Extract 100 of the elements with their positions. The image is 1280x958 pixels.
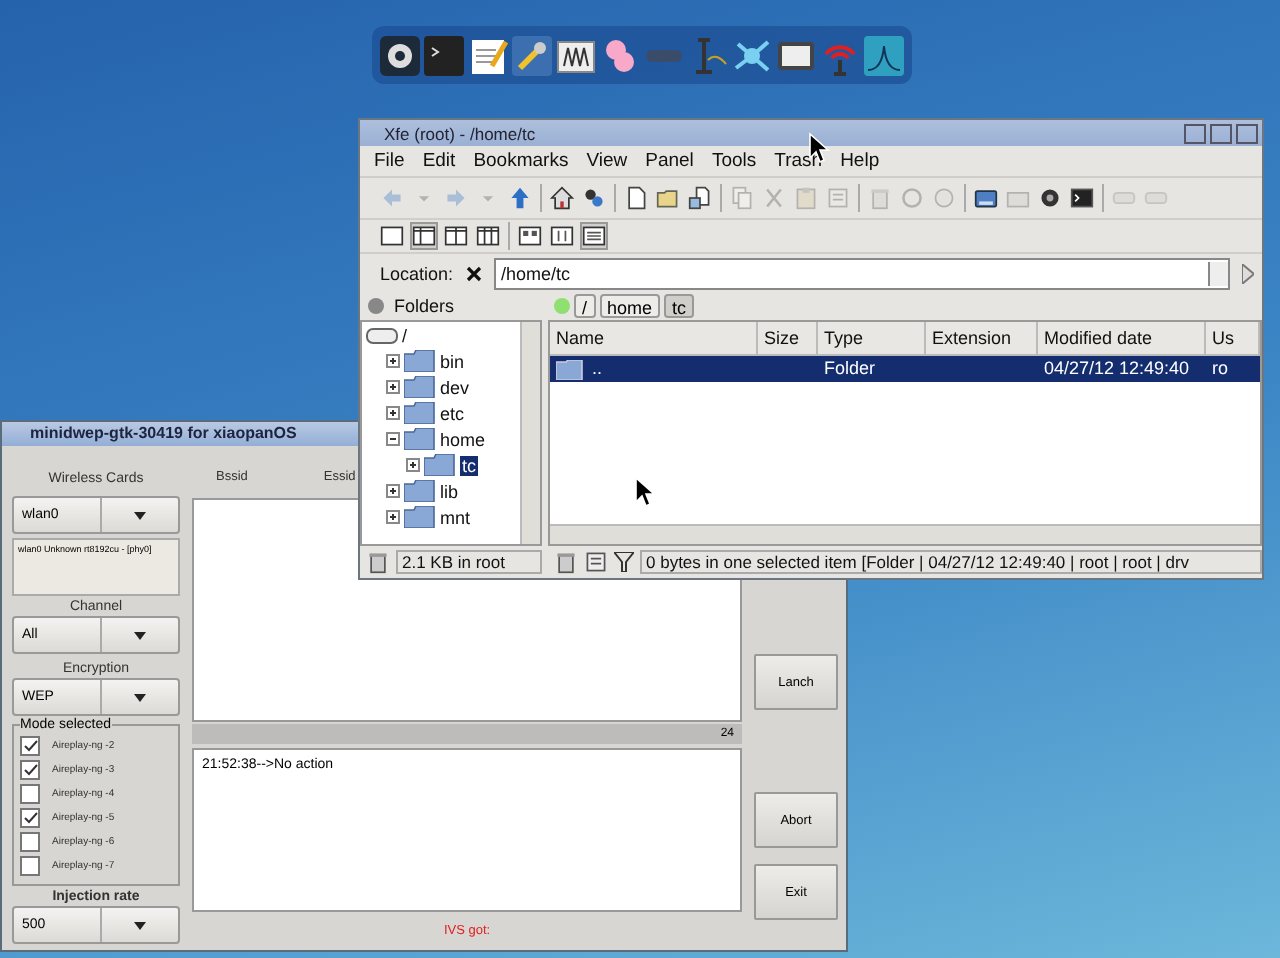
right-arrow-icon	[444, 186, 468, 210]
menu-item[interactable]: Bookmarks	[467, 150, 581, 172]
chip-icon[interactable]	[556, 35, 596, 75]
checkbox[interactable]	[20, 760, 40, 780]
menu-item[interactable]: Help	[834, 150, 892, 172]
grid-icon	[550, 224, 574, 248]
menu-item[interactable]: Tools	[705, 150, 769, 172]
column-header[interactable]: Us	[1206, 322, 1260, 356]
view-button[interactable]	[548, 222, 576, 250]
view-button[interactable]	[442, 222, 470, 250]
view-button[interactable]	[580, 222, 608, 250]
house-icon	[550, 186, 574, 210]
left-arrow-icon	[380, 186, 404, 210]
up-arrow-icon	[508, 186, 532, 210]
folder-icon	[656, 186, 680, 210]
toolbar-button[interactable]	[622, 184, 650, 212]
tick-icon	[23, 812, 37, 824]
minus-box-icon[interactable]	[386, 432, 400, 446]
view-button[interactable]	[410, 222, 438, 250]
column-header[interactable]: Modified date	[1038, 322, 1206, 356]
column-header[interactable]: Name	[550, 322, 758, 356]
panel-icon	[412, 224, 436, 248]
folder-label[interactable]: mnt	[440, 507, 471, 527]
file-row[interactable]: .. Folder 04/27/12 12:49:40 ro	[550, 356, 1260, 382]
plus-box-icon[interactable]	[386, 510, 400, 524]
document-icon	[584, 550, 608, 574]
wave-icon[interactable]	[864, 35, 904, 75]
location-field[interactable]: /home/tc	[493, 257, 1230, 289]
minimize-button[interactable]	[1184, 123, 1206, 143]
plus-box-icon[interactable]	[386, 380, 400, 394]
toolbar-button[interactable]	[1068, 184, 1096, 212]
checkbox[interactable]	[20, 856, 40, 876]
folder-label[interactable]: tc	[460, 455, 479, 475]
plus-box-icon[interactable]	[386, 406, 400, 420]
menu-item[interactable]: Edit	[416, 150, 468, 172]
folder-label[interactable]: etc	[440, 403, 465, 423]
folder-label[interactable]: home	[440, 429, 486, 449]
folder-label[interactable]: bin	[440, 351, 465, 371]
table-cell: ..	[592, 356, 603, 382]
grid-icon	[518, 224, 542, 248]
close-button[interactable]	[1236, 123, 1258, 143]
location-label: Location:	[380, 263, 454, 283]
folder-icon	[404, 506, 436, 528]
folder-label[interactable]: /	[402, 325, 408, 345]
folder-label[interactable]: lib	[440, 481, 459, 501]
plus-box-icon[interactable]	[386, 354, 400, 368]
panel-icon	[476, 224, 500, 248]
checkbox[interactable]	[20, 784, 40, 804]
status-dot-icon	[368, 298, 384, 314]
folder-icon	[404, 428, 436, 450]
folder-icon	[424, 454, 456, 476]
menu-item[interactable]: View	[580, 150, 640, 172]
document-icon	[826, 186, 850, 210]
scrollbar[interactable]	[520, 322, 540, 544]
menu-item[interactable]: Panel	[639, 150, 706, 172]
tick-icon	[23, 764, 37, 776]
clipboard-icon	[794, 186, 818, 210]
toolbar-button[interactable]	[580, 184, 608, 212]
checkbox[interactable]	[20, 808, 40, 828]
filter-icon[interactable]	[614, 552, 634, 572]
trash-can-icon	[366, 550, 390, 574]
triangle-icon[interactable]	[1242, 263, 1254, 283]
blob-icon[interactable]	[600, 35, 640, 75]
column-header[interactable]: Size	[758, 322, 818, 356]
maximize-button[interactable]	[1210, 123, 1232, 143]
status-dot-icon	[554, 298, 570, 314]
folder-icon	[404, 376, 436, 398]
column-header[interactable]: Extension	[926, 322, 1038, 356]
folder-icon	[404, 350, 436, 372]
panel-title: Folders	[394, 296, 455, 316]
status-text: 2.1 KB in root	[396, 550, 542, 574]
toolbar-button[interactable]	[1036, 184, 1064, 212]
gear-icon	[1038, 186, 1062, 210]
path-button[interactable]: home	[599, 294, 661, 318]
panel-icon	[444, 224, 468, 248]
window-title: Xfe (root) - /home/tc	[384, 123, 538, 143]
column-header[interactable]: Type	[818, 322, 926, 356]
toolbar-button[interactable]	[686, 184, 714, 212]
path-button[interactable]: tc	[664, 294, 695, 318]
checkbox[interactable]	[20, 832, 40, 852]
view-button[interactable]	[378, 222, 406, 250]
caret-icon	[133, 511, 146, 519]
plus-box-icon[interactable]	[386, 484, 400, 498]
scrollbar[interactable]	[550, 524, 1260, 544]
plus-box-icon[interactable]	[406, 458, 420, 472]
caret-icon	[133, 693, 146, 701]
wrench-icon[interactable]	[512, 35, 552, 75]
view-button[interactable]	[474, 222, 502, 250]
view-button[interactable]	[516, 222, 544, 250]
checkbox[interactable]	[20, 736, 40, 756]
caret-icon	[133, 921, 146, 929]
path-button[interactable]: /	[574, 294, 596, 318]
trash-can-icon	[868, 186, 892, 210]
folder-label[interactable]: dev	[440, 377, 470, 397]
menu-item[interactable]: File	[368, 150, 417, 172]
toolbar-button[interactable]	[548, 184, 576, 212]
table-cell: Folder	[824, 356, 876, 382]
file-icon	[688, 186, 712, 210]
clear-icon[interactable]	[465, 265, 482, 281]
notepad-icon[interactable]	[468, 35, 508, 75]
